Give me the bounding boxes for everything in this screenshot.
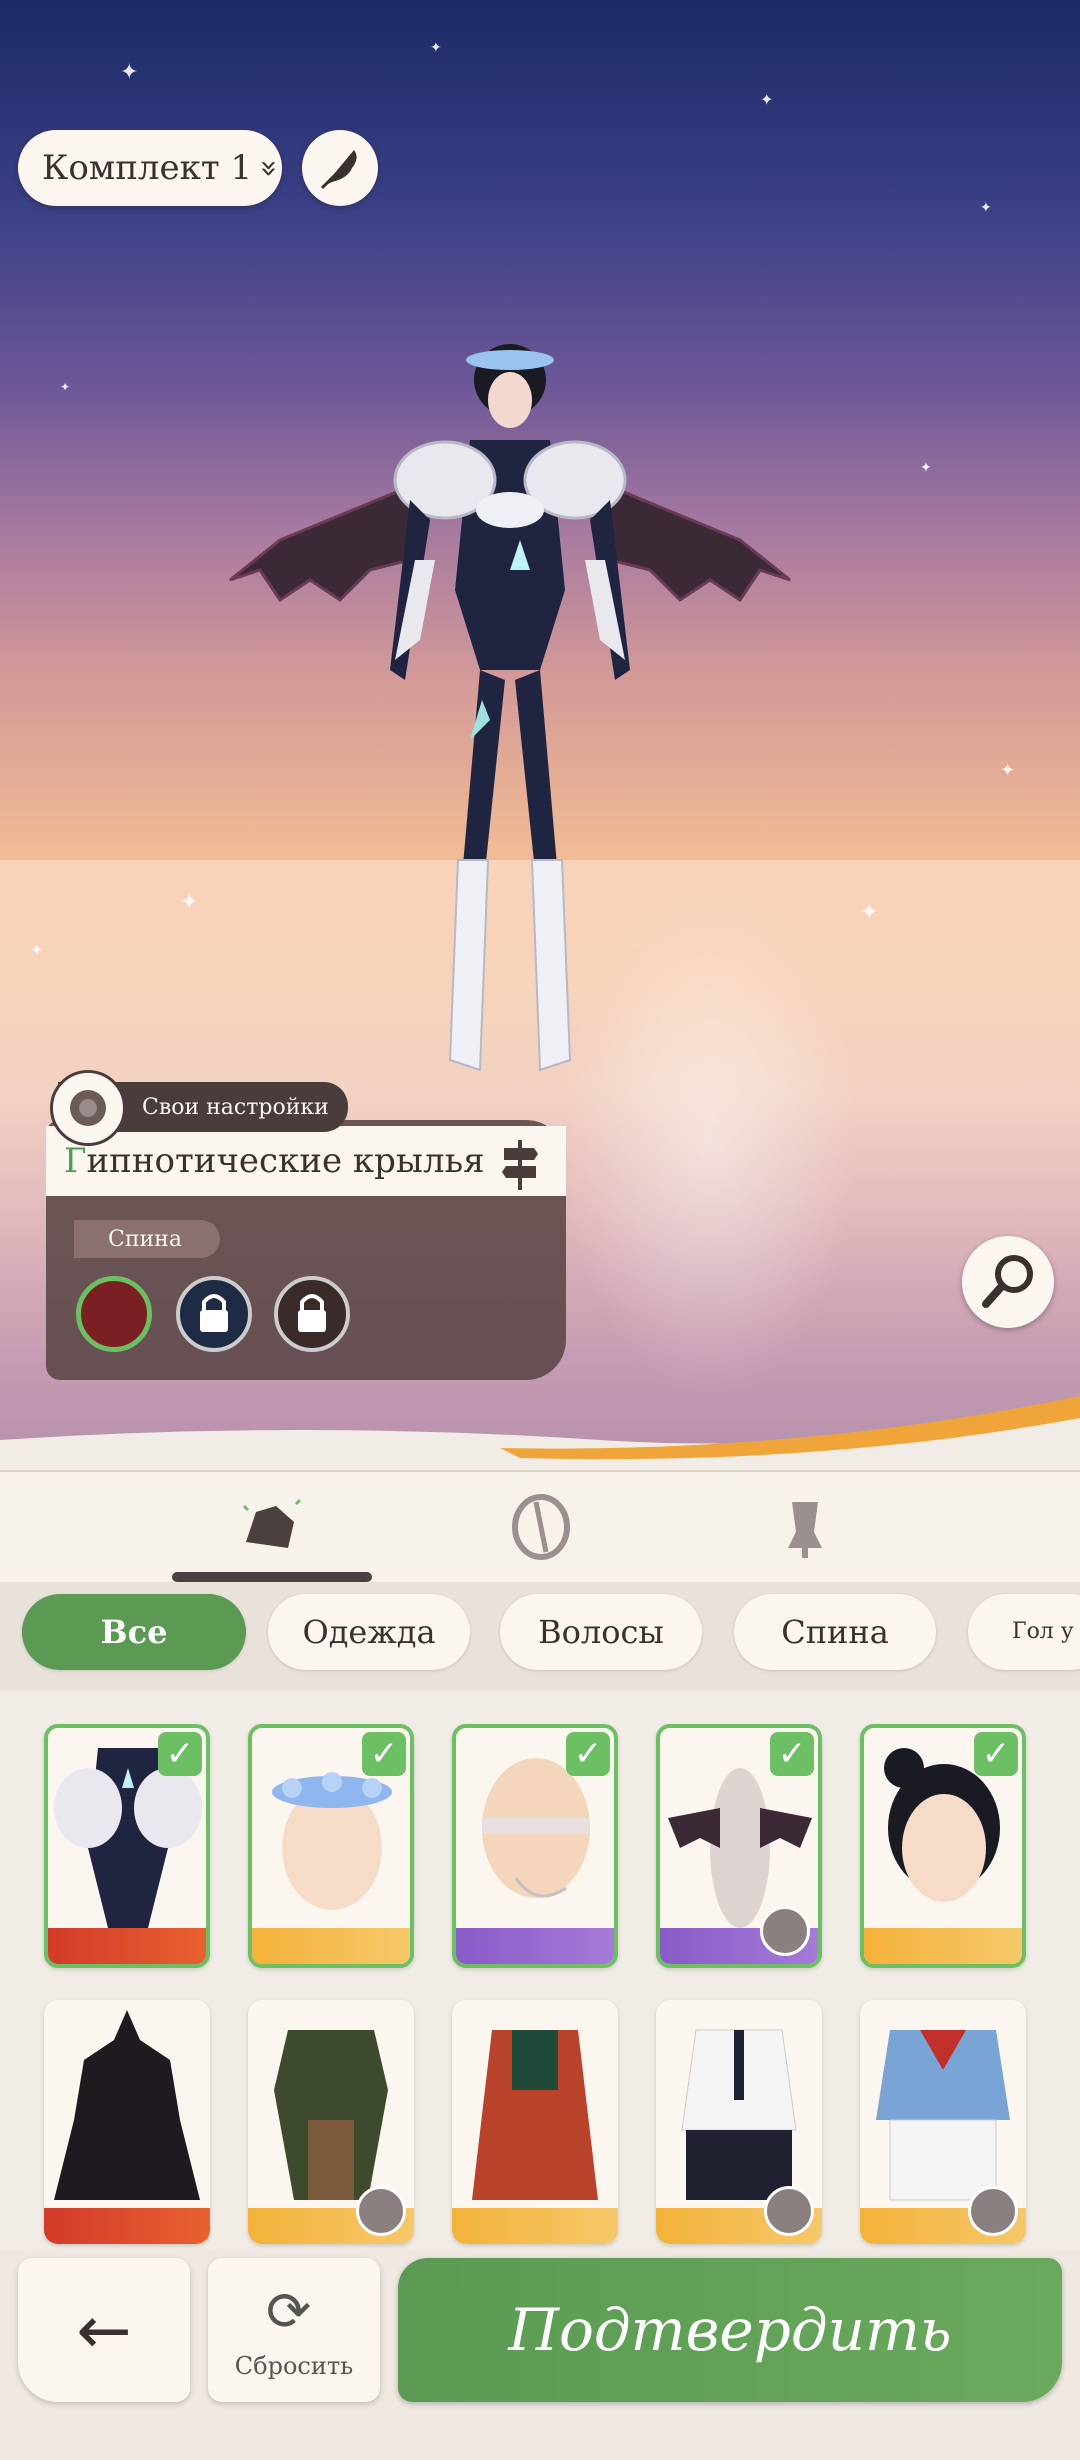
confirm-label: Подтвердить [508, 2296, 952, 2364]
item-title: Гипнотические крылья [46, 1126, 566, 1196]
item-card-blindfold-chain[interactable]: ✓ [452, 1724, 618, 1968]
color-variant-locked-3[interactable] [274, 1276, 350, 1352]
item-card-officer-uniform[interactable] [656, 2000, 822, 2244]
custom-settings-label: Свои настройки [142, 1094, 329, 1120]
check-icon: ✓ [770, 1732, 814, 1776]
slot-label: Спина [108, 1226, 182, 1252]
rarity-bar [864, 1928, 1022, 1964]
feather-icon [320, 150, 357, 190]
star-icon: ✦ [120, 60, 139, 85]
outfit-set-selector[interactable]: Комплект 1 » [18, 130, 287, 206]
item-card-flower-crown[interactable]: ✓ [248, 1724, 414, 1968]
filter-head-partial[interactable]: Гол у [968, 1594, 1080, 1670]
star-icon: ✦ [1000, 760, 1016, 781]
zoom-button[interactable] [962, 1236, 1054, 1328]
palette-icon [764, 2186, 814, 2236]
filter-bar: Все Одежда Волосы Спина Гол у [0, 1582, 1080, 1690]
back-button[interactable]: ← [18, 2258, 190, 2402]
item-card-sailor-uniform[interactable] [860, 2000, 1026, 2244]
star-icon: ✦ [760, 90, 774, 109]
star-icon: ✦ [860, 900, 879, 925]
item-card-black-bun-hair[interactable]: ✓ [860, 1724, 1026, 1968]
item-card-red-robe[interactable] [452, 2000, 618, 2244]
filter-hair[interactable]: Волосы [500, 1594, 702, 1670]
star-icon: ✦ [980, 200, 992, 216]
tab-accessories[interactable] [506, 1492, 576, 1562]
check-icon: ✓ [158, 1732, 202, 1776]
outfit-set-label: Комплект 1 [42, 148, 253, 188]
signpost-icon[interactable] [500, 1140, 540, 1190]
palette-icon [760, 1906, 810, 1956]
star-icon: ✦ [180, 890, 199, 915]
tab-wardrobe[interactable] [236, 1492, 306, 1562]
tab-mannequin[interactable] [770, 1492, 840, 1562]
palette-icon [968, 2186, 1018, 2236]
rarity-bar [44, 2208, 210, 2244]
color-variant-locked-2[interactable] [176, 1276, 252, 1352]
rarity-bar [456, 1928, 614, 1964]
magnifier-icon [982, 1255, 1033, 1308]
lock-icon [200, 1294, 228, 1332]
color-variant-1[interactable] [76, 1276, 152, 1352]
item-card-armor-bodysuit[interactable]: ✓ [44, 1724, 210, 1968]
chevron-down-icon: » [251, 158, 287, 178]
category-tab-bar [0, 1470, 1080, 1582]
rarity-bar [48, 1928, 206, 1964]
active-tab-indicator [172, 1572, 372, 1582]
reset-label: Сбросить [234, 2352, 354, 2380]
confirm-button[interactable]: Подтвердить [398, 2258, 1062, 2402]
filter-all[interactable]: Все [22, 1594, 246, 1670]
filter-clothes[interactable]: Одежда [268, 1594, 470, 1670]
rarity-bar [452, 2208, 618, 2244]
slot-tag: Спина [74, 1220, 220, 1258]
star-icon: ✦ [430, 40, 442, 56]
filter-back[interactable]: Спина [734, 1594, 936, 1670]
item-title-rest: ипнотические крылья [86, 1141, 485, 1181]
back-arrow-icon: ← [76, 2291, 132, 2369]
check-icon: ✓ [566, 1732, 610, 1776]
item-card-bat-wings[interactable]: ✓ [656, 1724, 822, 1968]
item-card-black-gown[interactable] [44, 2000, 210, 2244]
star-icon: ✦ [920, 460, 932, 476]
lock-icon [298, 1294, 326, 1332]
character-avatar[interactable] [220, 340, 800, 1120]
refresh-icon: ⟳ [266, 2280, 312, 2343]
check-icon: ✓ [974, 1732, 1018, 1776]
feather-edit-button[interactable] [302, 130, 378, 206]
palette-icon [356, 2186, 406, 2236]
item-title-first-letter: Г [64, 1141, 87, 1181]
star-icon: ✦ [30, 940, 44, 959]
decorative-wave [0, 1396, 1080, 1480]
item-card-plaid-dress[interactable] [248, 2000, 414, 2244]
rarity-bar [252, 1928, 410, 1964]
check-icon: ✓ [362, 1732, 406, 1776]
reset-button[interactable]: ⟳ Сбросить [208, 2258, 380, 2402]
star-icon: ✦ [60, 380, 71, 394]
rose-icon[interactable] [50, 1070, 126, 1146]
